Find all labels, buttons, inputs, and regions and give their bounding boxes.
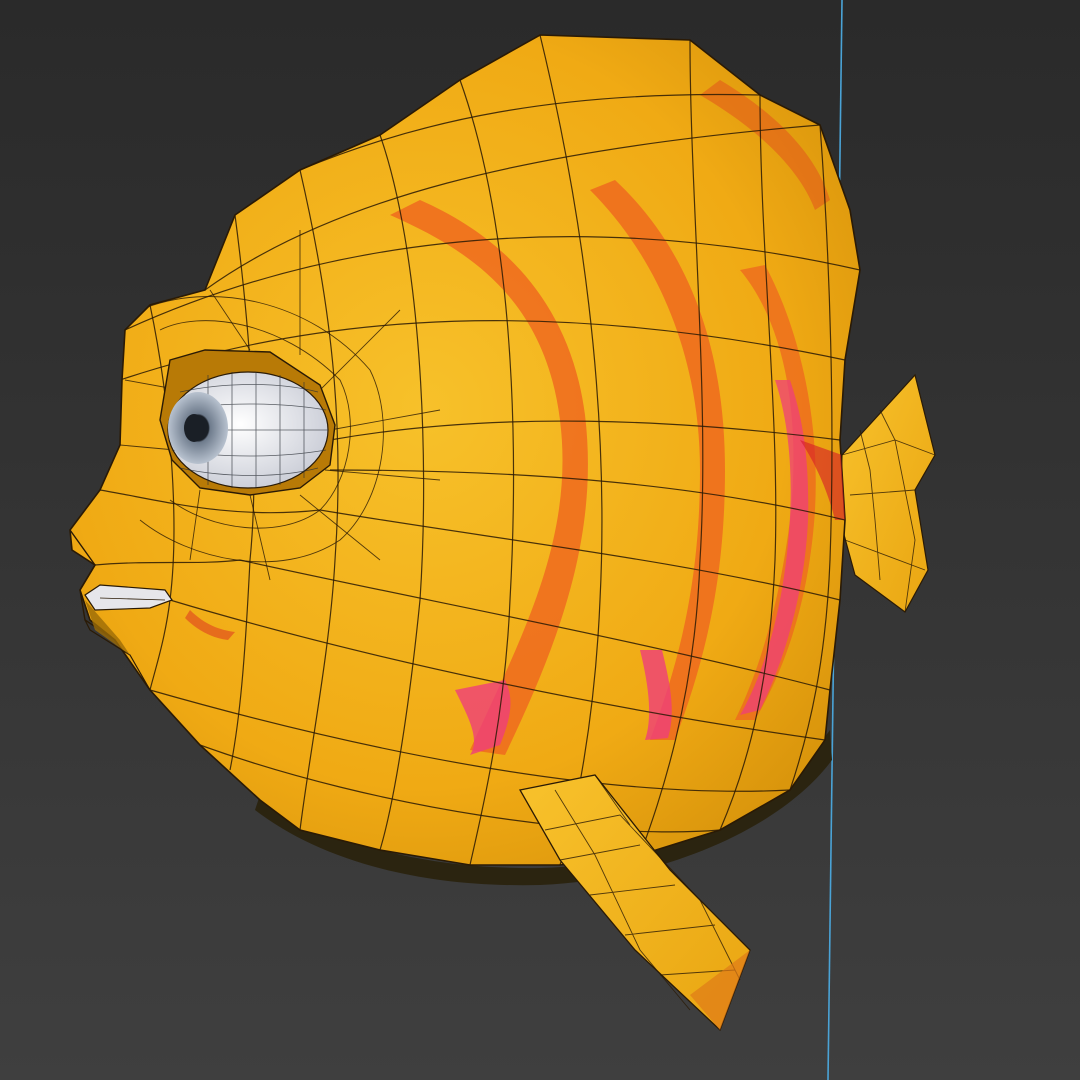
3d-viewport[interactable] <box>0 0 1080 1080</box>
tail-fin <box>839 373 936 613</box>
viewport-canvas[interactable] <box>0 0 1080 1080</box>
eyeball <box>167 371 329 489</box>
eye-pupil <box>184 414 204 442</box>
